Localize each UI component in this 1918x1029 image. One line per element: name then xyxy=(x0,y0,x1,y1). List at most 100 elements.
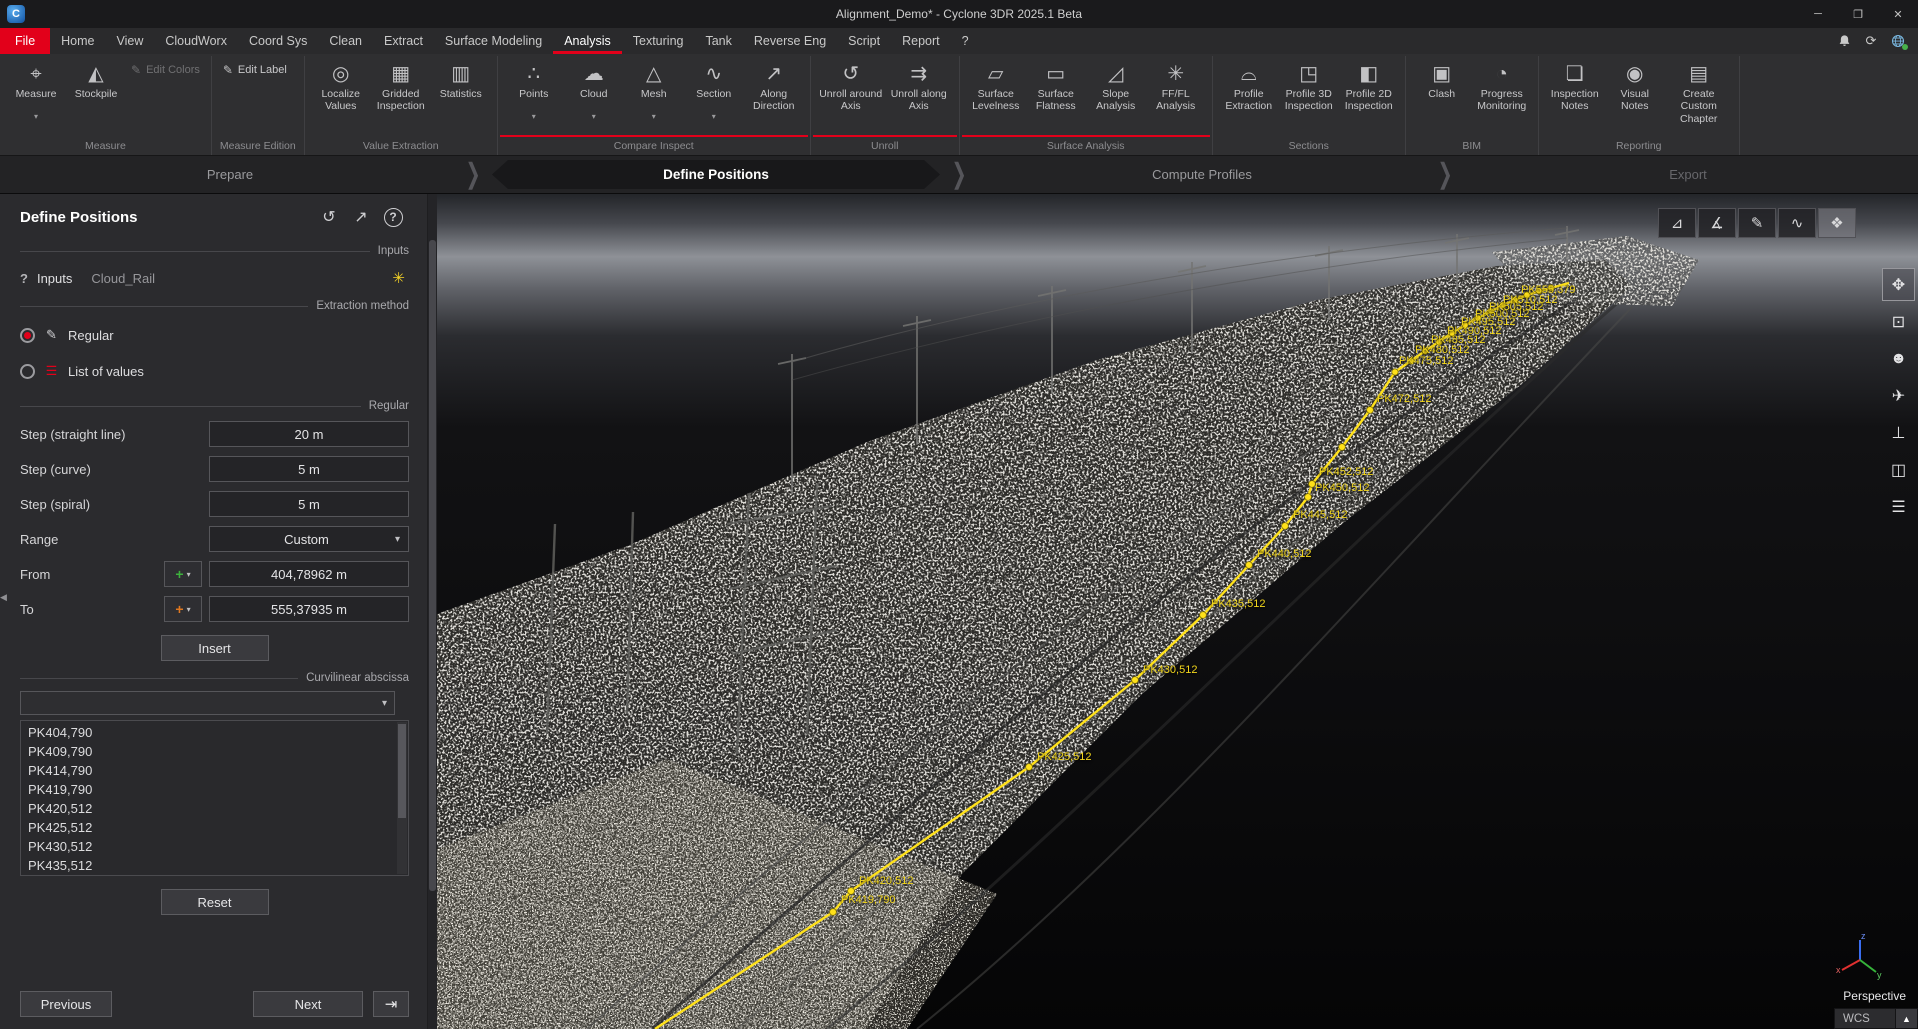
list-item[interactable]: PK430,512 xyxy=(21,837,408,856)
ribbon-item-points[interactable]: ∴ Points ▾ xyxy=(504,58,564,122)
menu-help[interactable]: ? xyxy=(951,28,980,54)
ribbon-item-profile-2d-inspection[interactable]: ◧ Profile 2D Inspection xyxy=(1339,58,1399,113)
list-item[interactable]: PK435,512 xyxy=(21,856,408,875)
ribbon-item-fffl-analysis[interactable]: ✳ FF/FL Analysis xyxy=(1146,58,1206,113)
reset-button[interactable]: Reset xyxy=(161,889,269,915)
maximize-button[interactable]: ❐ xyxy=(1838,0,1878,28)
panel-scrollbar[interactable] xyxy=(427,194,437,1029)
ribbon-item-progress-monitoring[interactable]: ◔ Progress Monitoring xyxy=(1472,58,1532,113)
radio-button[interactable] xyxy=(20,364,35,379)
close-button[interactable]: ✕ xyxy=(1878,0,1918,28)
radio-regular[interactable]: ✎ Regular xyxy=(20,327,409,343)
ribbon-item-inspection-notes[interactable]: ❏ Inspection Notes xyxy=(1545,58,1605,113)
exit-workflow-button[interactable]: ⇥ xyxy=(373,991,409,1017)
ribbon-item-visual-notes[interactable]: ◉ Visual Notes xyxy=(1605,58,1665,113)
inputs-row[interactable]: ? Inputs Cloud_Rail ✳ xyxy=(20,269,409,287)
ribbon-item-profile-3d-inspection[interactable]: ◳ Profile 3D Inspection xyxy=(1279,58,1339,113)
list-item[interactable]: PK425,512 xyxy=(21,818,408,837)
label-tag-icon[interactable]: ❖ xyxy=(1818,208,1856,238)
ribbon-item-slope-analysis[interactable]: ◿ Slope Analysis xyxy=(1086,58,1146,113)
panel-collapse-arrow-icon[interactable]: ◀ xyxy=(0,592,7,603)
ribbon-item-create-custom-chapter[interactable]: ▤ Create Custom Chapter xyxy=(1665,58,1733,125)
pan-icon[interactable]: ✥ xyxy=(1882,268,1915,301)
zoom-fit-icon[interactable]: ⊡ xyxy=(1882,305,1915,338)
menu-clean[interactable]: Clean xyxy=(318,28,373,54)
display-options-icon[interactable]: ☰ xyxy=(1882,490,1915,523)
menu-extract[interactable]: Extract xyxy=(373,28,434,54)
open-external-button[interactable]: ↗ xyxy=(345,204,377,230)
ribbon-item-clash[interactable]: ▣ Clash xyxy=(1412,58,1472,112)
list-item[interactable]: PK409,790 xyxy=(21,742,408,761)
menu-report[interactable]: Report xyxy=(891,28,951,54)
ribbon-item-unroll-around-axis[interactable]: ↺ Unroll around Axis xyxy=(817,58,885,113)
range-select[interactable]: Custom ▾ xyxy=(209,526,409,552)
ribbon-item-gridded-inspection[interactable]: ▦ Gridded Inspection xyxy=(371,58,431,113)
radio-list-of-values[interactable]: ☰ List of values xyxy=(20,363,409,379)
step-curve-field[interactable] xyxy=(209,456,409,482)
coordinate-system-bar[interactable]: WCS ▲ xyxy=(1834,1008,1918,1029)
menu-coord-sys[interactable]: Coord Sys xyxy=(238,28,318,54)
ribbon-item-surface-levelness[interactable]: ▱ Surface Levelness xyxy=(966,58,1026,113)
menu-script[interactable]: Script xyxy=(837,28,891,54)
ribbon-item-stockpile[interactable]: ◭ Stockpile xyxy=(66,58,126,112)
measure-distance-icon[interactable]: ⊿ xyxy=(1658,208,1696,238)
ribbon-item-measure[interactable]: ⌖ Measure ▾ xyxy=(6,58,66,122)
menu-cloudworx[interactable]: CloudWorx xyxy=(154,28,238,54)
ribbon-item-localize-values[interactable]: ◎ Localize Values xyxy=(311,58,371,113)
menu-analysis[interactable]: Analysis xyxy=(553,28,622,54)
to-field[interactable] xyxy=(209,596,409,622)
workflow-step-export[interactable]: Export xyxy=(1458,156,1918,193)
viewport-3d[interactable]: PK419,790 PK420,512 PK425,512 PK430,512 … xyxy=(437,194,1918,1029)
menu-view[interactable]: View xyxy=(106,28,155,54)
workflow-step-compute-profiles[interactable]: Compute Profiles xyxy=(972,156,1432,193)
list-scrollbar[interactable] xyxy=(397,722,407,874)
viewpoint-icon[interactable]: ☻ xyxy=(1882,342,1915,375)
next-button[interactable]: Next xyxy=(253,991,363,1017)
ribbon-item-unroll-along-axis[interactable]: ⇉ Unroll along Axis xyxy=(885,58,953,113)
coordinate-system-expand-icon[interactable]: ▲ xyxy=(1895,1009,1917,1028)
menu-home[interactable]: Home xyxy=(50,28,105,54)
ribbon-item-edit-label[interactable]: ✎ Edit Label xyxy=(218,58,292,78)
ribbon-item-statistics[interactable]: ▥ Statistics xyxy=(431,58,491,112)
sync-icon[interactable]: ⟳ xyxy=(1863,33,1879,49)
ribbon-item-along-direction[interactable]: ↗ Along Direction xyxy=(744,58,804,113)
measure-angle-icon[interactable]: ∡ xyxy=(1698,208,1736,238)
list-item[interactable]: PK404,790 xyxy=(21,723,408,742)
menu-file[interactable]: File xyxy=(0,28,50,54)
scrollbar-thumb[interactable] xyxy=(429,240,436,891)
list-item[interactable]: PK419,790 xyxy=(21,780,408,799)
menu-tank[interactable]: Tank xyxy=(694,28,742,54)
abscissa-list[interactable]: PK404,790 PK409,790 PK414,790 PK419,790 … xyxy=(20,720,409,876)
annotate-icon[interactable]: ✎ xyxy=(1738,208,1776,238)
to-point-picker[interactable]: + ▾ xyxy=(164,596,202,622)
help-button[interactable]: ? xyxy=(377,204,409,230)
ribbon-item-section[interactable]: ∿ Section ▾ xyxy=(684,58,744,122)
menu-surface-modeling[interactable]: Surface Modeling xyxy=(434,28,553,54)
from-field[interactable] xyxy=(209,561,409,587)
reset-view-button[interactable]: ↺ xyxy=(313,204,345,230)
workflow-step-define-positions[interactable]: Define Positions xyxy=(486,156,946,193)
cube-view-icon[interactable]: ◫ xyxy=(1882,453,1915,486)
ribbon-item-mesh[interactable]: △ Mesh ▾ xyxy=(624,58,684,122)
fly-mode-icon[interactable]: ✈ xyxy=(1882,379,1915,412)
level-view-icon[interactable]: ⊥ xyxy=(1882,416,1915,449)
previous-button[interactable]: Previous xyxy=(20,991,112,1017)
ribbon-item-profile-extraction[interactable]: ⌓ Profile Extraction xyxy=(1219,58,1279,113)
from-point-picker[interactable]: + ▾ xyxy=(164,561,202,587)
insert-button[interactable]: Insert xyxy=(161,635,269,661)
highlight-star-icon[interactable]: ✳ xyxy=(392,269,405,287)
online-globe-icon[interactable] xyxy=(1890,33,1906,49)
ribbon-item-cloud[interactable]: ☁ Cloud ▾ xyxy=(564,58,624,122)
ribbon-item-surface-flatness[interactable]: ▭ Surface Flatness xyxy=(1026,58,1086,113)
radio-button-selected[interactable] xyxy=(20,328,35,343)
workflow-step-prepare[interactable]: Prepare xyxy=(0,156,460,193)
menu-reverse-eng[interactable]: Reverse Eng xyxy=(743,28,837,54)
step-spiral-field[interactable] xyxy=(209,491,409,517)
profile-measure-icon[interactable]: ∿ xyxy=(1778,208,1816,238)
notifications-bell-icon[interactable] xyxy=(1836,33,1852,49)
list-item[interactable]: PK414,790 xyxy=(21,761,408,780)
projection-mode-label[interactable]: Perspective xyxy=(1843,989,1906,1003)
list-item[interactable]: PK420,512 xyxy=(21,799,408,818)
menu-texturing[interactable]: Texturing xyxy=(622,28,695,54)
step-straight-line-field[interactable] xyxy=(209,421,409,447)
